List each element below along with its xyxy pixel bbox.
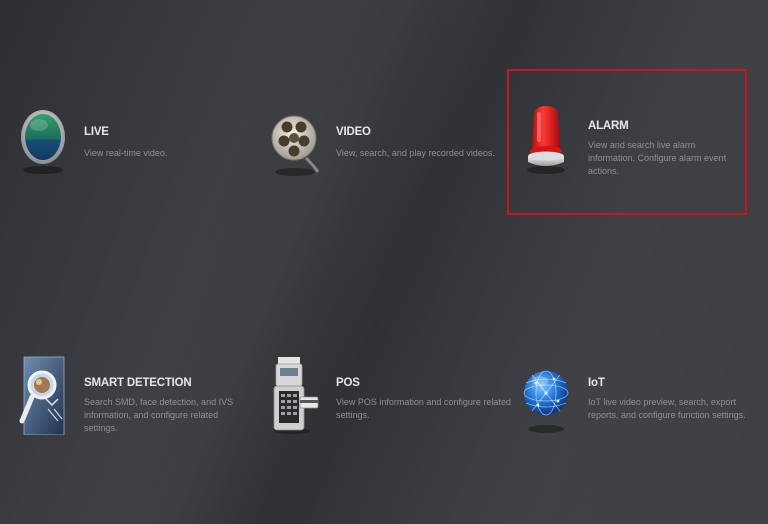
globe-icon — [523, 370, 569, 433]
tile-video[interactable]: VIDEO View, search, and play recorded vi… — [270, 100, 500, 180]
tile-live[interactable]: LIVE View real-time video. — [18, 100, 248, 180]
tile-title: POS — [336, 377, 360, 389]
tile-title: SMART DETECTION — [84, 377, 192, 389]
background-sheen — [0, 0, 768, 524]
tile-description: View, search, and play recorded videos. — [336, 148, 495, 158]
film-reel-icon — [271, 115, 320, 176]
live-monitor-icon — [21, 110, 65, 174]
tile-description: View and search live alarm information. … — [588, 140, 727, 176]
magnifier-icon — [19, 356, 65, 435]
tile-pos[interactable]: POS View POS information and configure r… — [270, 355, 511, 440]
tile-description: Search SMD, face detection, and IVS info… — [84, 397, 234, 433]
tile-iot[interactable]: IoT IoT live video preview, search, expo… — [522, 355, 752, 440]
tile-description: IoT live video preview, search, export r… — [588, 397, 746, 420]
tile-title: ALARM — [588, 120, 629, 132]
tile-title: LIVE — [84, 126, 109, 138]
tile-title: IoT — [588, 377, 605, 389]
tile-description: View POS information and configure relat… — [336, 397, 511, 420]
tile-description: View real-time video. — [84, 148, 168, 158]
pos-terminal-icon — [273, 357, 319, 434]
tile-alarm[interactable]: ALARM View and search live alarm informa… — [522, 98, 742, 178]
tile-title: VIDEO — [336, 126, 371, 138]
tile-smart-detection[interactable]: SMART DETECTION Search SMD, face detecti… — [18, 355, 258, 440]
alarm-light-icon — [527, 106, 565, 174]
